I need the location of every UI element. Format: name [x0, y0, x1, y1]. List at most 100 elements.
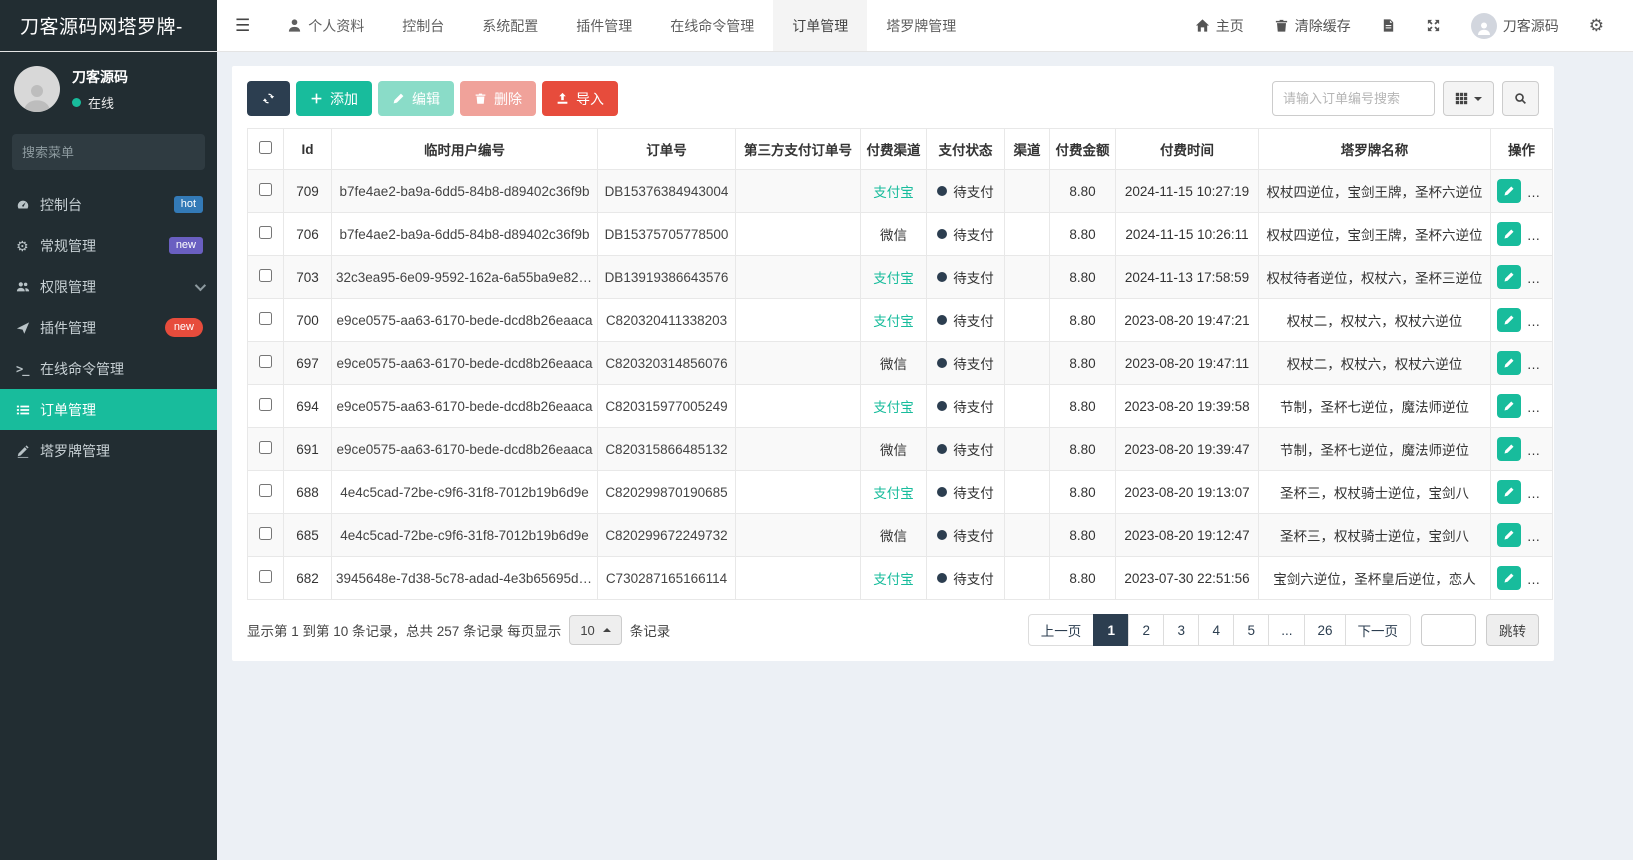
search-button[interactable] [1502, 81, 1539, 116]
row-delete-button[interactable] [1528, 523, 1552, 547]
row-edit-button[interactable] [1497, 222, 1521, 246]
row-edit-button[interactable] [1497, 437, 1521, 461]
sidebar-item-6[interactable]: 塔罗牌管理 [0, 430, 217, 471]
cell-temp-user-id: b7fe4ae2-ba9a-6dd5-84b8-d89402c36f9b [331, 212, 598, 256]
row-checkbox[interactable] [259, 527, 272, 540]
cell-pay-channel[interactable]: 微信 [860, 513, 927, 557]
top-nav-item-1[interactable]: 控制台 [383, 0, 463, 51]
row-delete-button[interactable] [1528, 394, 1552, 418]
sidebar-item-3[interactable]: 插件管理 new [0, 307, 217, 348]
top-nav-item-6[interactable]: 塔罗牌管理 [867, 0, 975, 51]
search-icon [1515, 93, 1526, 104]
user-menu[interactable]: 刀客源码 [1458, 0, 1572, 52]
add-button[interactable]: 添加 [296, 81, 372, 116]
pen-icon [16, 444, 40, 458]
edit-button-label: 编辑 [412, 90, 440, 107]
import-button[interactable]: 导入 [542, 81, 618, 116]
row-edit-button[interactable] [1497, 179, 1521, 203]
row-edit-button[interactable] [1497, 566, 1521, 590]
sidebar-item-1[interactable]: ⚙ 常规管理 new [0, 225, 217, 266]
pencil-icon [1504, 530, 1514, 540]
row-checkbox[interactable] [259, 398, 272, 411]
cell-pay-channel[interactable]: 支付宝 [860, 255, 927, 299]
delete-button[interactable]: 删除 [460, 81, 536, 116]
top-nav-item-0[interactable]: 个人资料 [268, 0, 383, 51]
row-checkbox[interactable] [259, 269, 272, 282]
page-button-26[interactable]: 26 [1304, 614, 1346, 646]
row-checkbox[interactable] [259, 226, 272, 239]
fullscreen-button[interactable] [1413, 0, 1454, 52]
row-checkbox[interactable] [259, 183, 272, 196]
row-checkbox[interactable] [259, 355, 272, 368]
page-button-5[interactable]: 5 [1233, 614, 1270, 646]
table-row: 691 e9ce0575-aa63-6170-bede-dcd8b26eaaca… [247, 427, 1553, 471]
row-delete-button[interactable] [1528, 222, 1552, 246]
row-checkbox[interactable] [259, 570, 272, 583]
row-edit-button[interactable] [1497, 523, 1521, 547]
cell-pay-channel[interactable]: 微信 [860, 341, 927, 385]
page-ellipsis[interactable]: ... [1268, 614, 1306, 646]
sidebar-toggle-icon[interactable]: ☰ [217, 0, 268, 51]
sidebar-search-input[interactable] [22, 144, 198, 160]
cell-pay-channel[interactable]: 支付宝 [860, 169, 927, 213]
row-delete-button[interactable] [1528, 265, 1552, 289]
sidebar-item-label: 常规管理 [40, 237, 96, 254]
row-edit-button[interactable] [1497, 351, 1521, 375]
cell-id: 688 [283, 470, 332, 514]
page-button-3[interactable]: 3 [1163, 614, 1200, 646]
cell-pay-channel[interactable]: 支付宝 [860, 384, 927, 428]
trash-icon [1536, 487, 1546, 497]
top-nav-item-4[interactable]: 在线命令管理 [651, 0, 773, 51]
refresh-icon [262, 93, 275, 104]
cell-pay-channel[interactable]: 支付宝 [860, 470, 927, 514]
cell-pay-channel[interactable]: 支付宝 [860, 556, 927, 600]
page-button-4[interactable]: 4 [1198, 614, 1235, 646]
columns-grid-icon [1455, 92, 1468, 105]
language-button[interactable] [1368, 0, 1409, 52]
order-search-input[interactable] [1272, 81, 1435, 116]
row-delete-button[interactable] [1528, 179, 1552, 203]
cell-pay-channel[interactable]: 支付宝 [860, 298, 927, 342]
row-checkbox[interactable] [259, 441, 272, 454]
clear-cache-link[interactable]: 清除缓存 [1261, 0, 1364, 52]
jump-button[interactable]: 跳转 [1486, 614, 1539, 646]
sidebar-item-5[interactable]: 订单管理 [0, 389, 217, 430]
row-edit-button[interactable] [1497, 480, 1521, 504]
pencil-icon [1504, 573, 1514, 583]
page-size-select[interactable]: 10 [569, 615, 622, 645]
top-nav-item-3[interactable]: 插件管理 [557, 0, 651, 51]
sidebar-item-2[interactable]: 权限管理 [0, 266, 217, 307]
sidebar-item-0[interactable]: 控制台 hot [0, 184, 217, 225]
avatar [1470, 12, 1497, 39]
cell-pay-time: 2023-08-20 19:39:58 [1115, 384, 1259, 428]
cell-pay-channel[interactable]: 微信 [860, 212, 927, 256]
cell-pay-channel[interactable]: 微信 [860, 427, 927, 471]
row-checkbox[interactable] [259, 484, 272, 497]
row-delete-button[interactable] [1528, 566, 1552, 590]
home-link[interactable]: 主页 [1182, 0, 1257, 52]
column-header-3: 第三方支付订单号 [735, 128, 861, 170]
prev-page-button[interactable]: 上一页 [1027, 614, 1095, 646]
row-delete-button[interactable] [1528, 308, 1552, 332]
top-nav-item-5[interactable]: 订单管理 [773, 0, 868, 51]
row-edit-button[interactable] [1497, 265, 1521, 289]
row-edit-button[interactable] [1497, 308, 1521, 332]
top-nav-item-2[interactable]: 系统配置 [463, 0, 557, 51]
clear-cache-label: 清除缓存 [1294, 17, 1351, 34]
row-edit-button[interactable] [1497, 394, 1521, 418]
settings-button[interactable]: ⚙ [1576, 0, 1617, 52]
row-delete-button[interactable] [1528, 351, 1552, 375]
row-delete-button[interactable] [1528, 480, 1552, 504]
sidebar-item-4[interactable]: >_ 在线命令管理 [0, 348, 217, 389]
refresh-button[interactable] [247, 81, 290, 116]
page-button-1[interactable]: 1 [1093, 614, 1130, 646]
edit-button[interactable]: 编辑 [378, 81, 454, 116]
row-delete-button[interactable] [1528, 437, 1552, 461]
top-nav-label: 系统配置 [482, 17, 539, 34]
jump-page-input[interactable] [1421, 614, 1476, 646]
row-checkbox[interactable] [259, 312, 272, 325]
page-button-2[interactable]: 2 [1128, 614, 1165, 646]
next-page-button[interactable]: 下一页 [1344, 614, 1411, 646]
select-all-checkbox[interactable] [259, 141, 272, 154]
columns-button[interactable] [1443, 81, 1494, 116]
